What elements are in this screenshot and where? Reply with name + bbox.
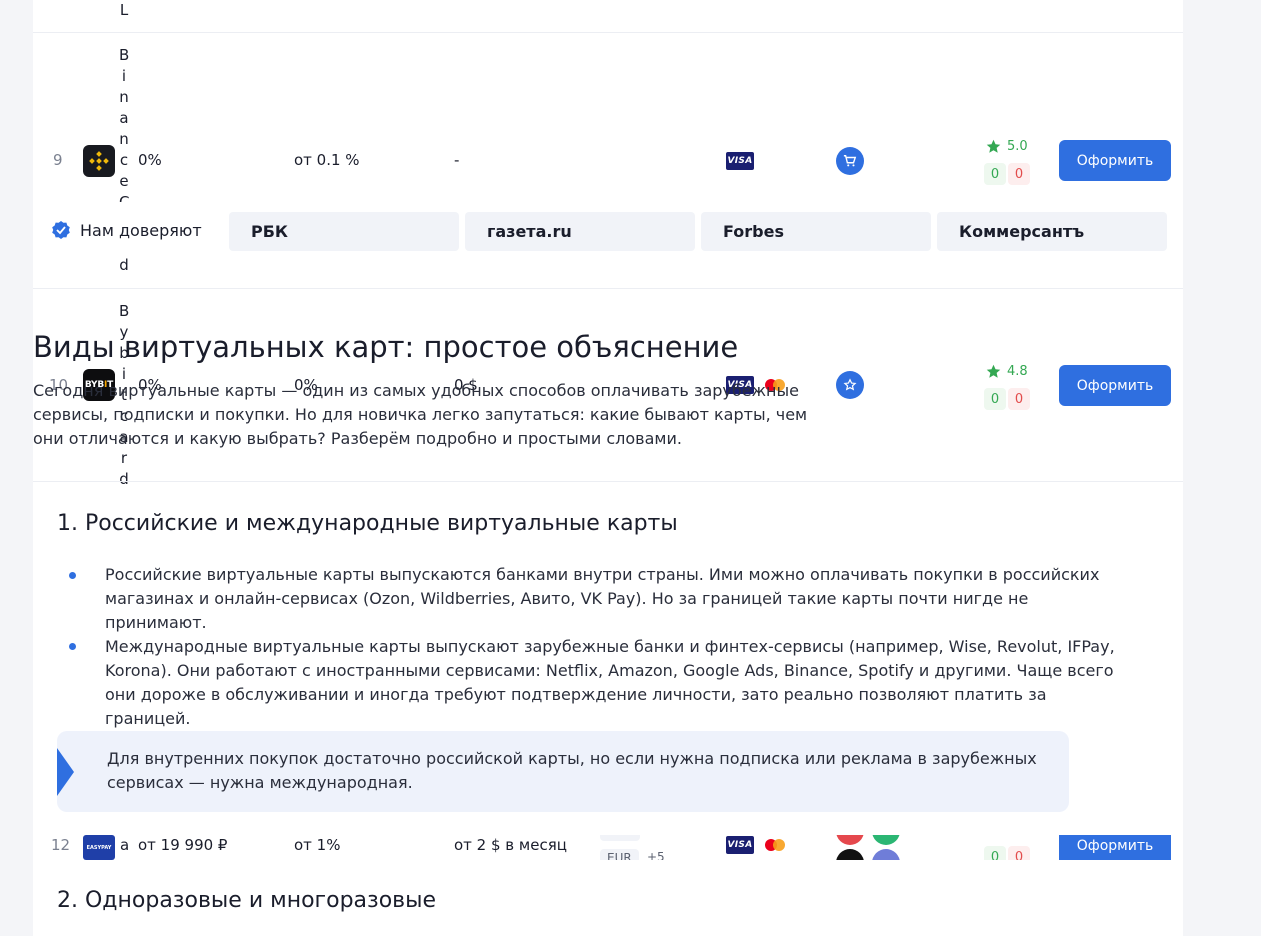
- currency-chip: [600, 835, 640, 841]
- star-badge-icon: [843, 378, 857, 391]
- row-divider: [33, 288, 1183, 289]
- product-name-tail: L: [119, 1, 129, 19]
- maintenance-value: -: [454, 151, 460, 169]
- trust-label: Нам доверяют: [51, 220, 202, 240]
- media-logo-rbc[interactable]: РБК: [229, 212, 459, 251]
- easypay-logo[interactable]: EASYPAY: [83, 835, 115, 860]
- fee-value: от 0.1 %: [294, 151, 360, 169]
- bullet-text: Международные виртуальные карты выпускаю…: [105, 637, 1115, 728]
- media-logo-kommersant[interactable]: Коммерсантъ: [937, 212, 1167, 251]
- cashback-value: 0%: [138, 151, 162, 169]
- crypto-service-icon[interactable]: [836, 371, 864, 399]
- bullet-marker: [69, 572, 76, 579]
- maintenance-value: от 2 $ в месяц: [454, 836, 567, 854]
- binance-icon: [89, 151, 109, 171]
- product-name-letter: a: [120, 836, 130, 854]
- section-heading: 2. Одноразовые и многоразовые: [57, 888, 437, 913]
- section-heading: 1. Российские и международные виртуальны…: [57, 511, 678, 536]
- bullet-text: Российские виртуальные карты выпускаются…: [105, 565, 1100, 632]
- cart-glyph-icon: [843, 155, 857, 167]
- media-logo-gazeta[interactable]: газета.ru: [465, 212, 695, 251]
- binance-logo[interactable]: [83, 145, 115, 177]
- currency-more: +5: [647, 850, 665, 860]
- article-title: Виды виртуальных карт: простое объяснени…: [33, 330, 739, 364]
- visa-icon: VISA: [726, 836, 754, 854]
- apply-button[interactable]: Оформить: [1059, 835, 1171, 860]
- easypay-wordmark-icon: EASYPAY: [86, 844, 112, 851]
- price-value: от 19 990 ₽: [138, 836, 228, 854]
- service-icon[interactable]: [872, 849, 900, 860]
- service-icon[interactable]: [872, 835, 900, 845]
- star-icon: [986, 139, 1001, 153]
- row-index: 12: [51, 836, 71, 854]
- article-intro: Сегодня виртуальные карты — один из самы…: [33, 381, 808, 448]
- product-name-vertical: B i n a n c e C: [119, 46, 129, 202]
- callout-marker-icon: [57, 748, 74, 796]
- trust-label-text: Нам доверяют: [80, 220, 202, 240]
- currency-chip: EUR: [600, 849, 639, 860]
- row-divider: [33, 481, 1183, 482]
- visa-icon: VISA: [726, 152, 754, 170]
- callout-text: Для внутренних покупок достаточно россий…: [107, 749, 1037, 792]
- rating: 4.8: [986, 364, 1028, 379]
- vote-up-button[interactable]: 0: [984, 163, 1006, 185]
- row-index: 9: [53, 151, 63, 169]
- apply-button[interactable]: Оформить: [1059, 365, 1171, 406]
- table-row: 12 EASYPAY a от 19 990 ₽ от 1% от 2 $ в …: [33, 835, 1183, 860]
- product-name-vertical-tail: d: [119, 256, 129, 274]
- media-logo-forbes[interactable]: Forbes: [701, 212, 931, 251]
- callout-box: Для внутренних покупок достаточно россий…: [57, 731, 1069, 812]
- vote-down-button[interactable]: 0: [1008, 388, 1030, 410]
- row-divider: [33, 32, 1183, 33]
- shopping-cart-icon[interactable]: [836, 147, 864, 175]
- verified-badge-icon: [52, 221, 70, 239]
- vote-down-button[interactable]: 0: [1008, 846, 1030, 860]
- star-icon: [986, 364, 1001, 378]
- vote-up-button[interactable]: 0: [984, 846, 1006, 860]
- apply-button[interactable]: Оформить: [1059, 140, 1171, 181]
- mastercard-icon: [765, 837, 789, 853]
- rating: 5.0: [986, 139, 1028, 154]
- vote-up-button[interactable]: 0: [984, 388, 1006, 410]
- fee-value: от 1%: [294, 836, 341, 854]
- vote-down-button[interactable]: 0: [1008, 163, 1030, 185]
- service-icon[interactable]: [836, 835, 864, 845]
- netflix-icon[interactable]: [836, 849, 864, 860]
- bullet-marker: [69, 643, 76, 650]
- main-content: L 9 B i n a n c e C d 0% от 0.1 % - VISA…: [33, 0, 1183, 936]
